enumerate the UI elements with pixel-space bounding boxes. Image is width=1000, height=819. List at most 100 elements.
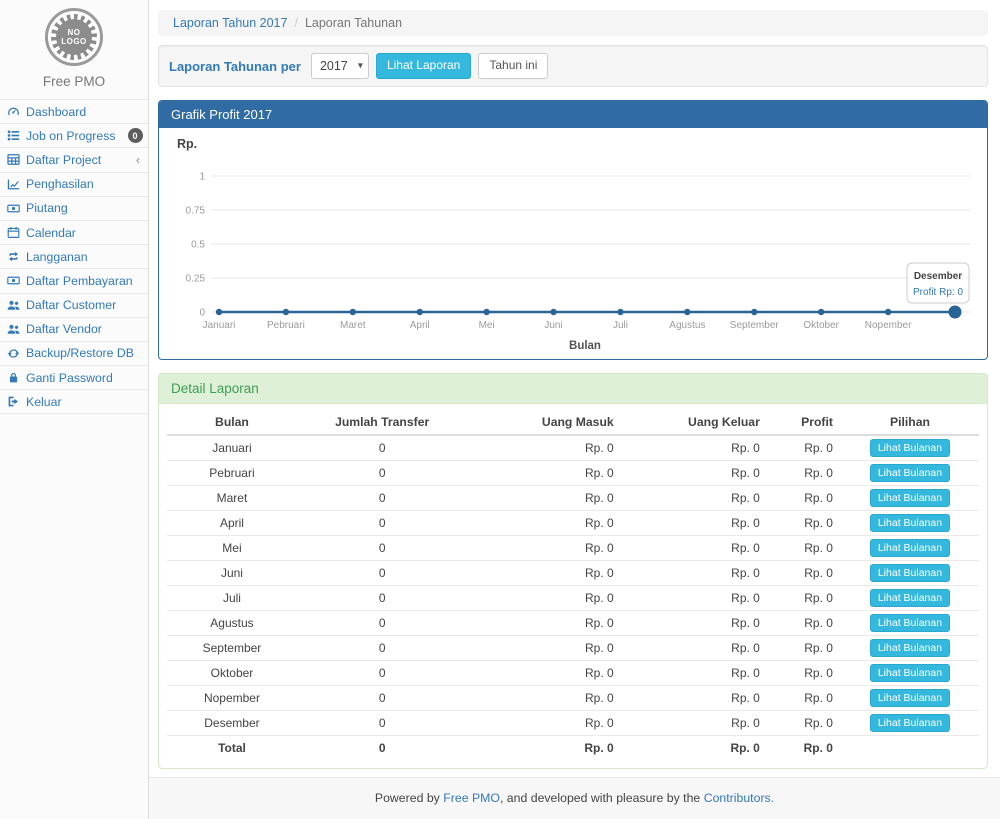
column-header-pilihan: Pilihan — [841, 410, 979, 435]
cell-keluar: Rp. 0 — [622, 435, 768, 461]
sidebar-item-daftar-pembayaran[interactable]: Daftar Pembayaran — [0, 269, 148, 293]
table-row: Oktober0Rp. 0Rp. 0Rp. 0Lihat Bulanan — [167, 661, 979, 686]
svg-text:Rp.: Rp. — [177, 137, 197, 151]
sidebar-item-dashboard[interactable]: Dashboard — [0, 100, 148, 124]
cell-jumlah: 0 — [297, 586, 468, 611]
tahun-ini-button[interactable]: Tahun ini — [478, 53, 548, 79]
column-header-uang-masuk: Uang Masuk — [467, 410, 621, 435]
line-chart-icon — [6, 177, 20, 191]
cell-masuk: Rp. 0 — [467, 461, 621, 486]
lihat-bulanan-button[interactable]: Lihat Bulanan — [870, 689, 950, 707]
table-row: Pebruari0Rp. 0Rp. 0Rp. 0Lihat Bulanan — [167, 461, 979, 486]
lihat-bulanan-button[interactable]: Lihat Bulanan — [870, 439, 950, 457]
cell-masuk: Rp. 0 — [467, 711, 621, 736]
cell-masuk: Rp. 0 — [467, 736, 621, 761]
brand-name: Free PMO — [0, 74, 148, 89]
sidebar-item-label: Langganan — [26, 250, 88, 264]
cell-pilihan: Lihat Bulanan — [841, 561, 979, 586]
svg-text:Maret: Maret — [340, 320, 366, 331]
cell-pilihan: Lihat Bulanan — [841, 711, 979, 736]
table-panel-title: Detail Laporan — [159, 374, 987, 404]
table-row: Agustus0Rp. 0Rp. 0Rp. 0Lihat Bulanan — [167, 611, 979, 636]
detail-laporan-panel: Detail Laporan BulanJumlah TransferUang … — [158, 373, 988, 769]
cell-bulan: Maret — [167, 486, 297, 511]
cell-keluar: Rp. 0 — [622, 636, 768, 661]
cell-bulan: Mei — [167, 536, 297, 561]
cell-jumlah: 0 — [297, 486, 468, 511]
contributors-link[interactable]: Contributors. — [704, 791, 774, 805]
lihat-bulanan-button[interactable]: Lihat Bulanan — [870, 714, 950, 732]
report-table: BulanJumlah TransferUang MasukUang Kelua… — [167, 410, 979, 760]
breadcrumb-current: Laporan Tahunan — [305, 16, 402, 30]
svg-text:0: 0 — [199, 308, 205, 319]
cell-pilihan: Lihat Bulanan — [841, 611, 979, 636]
cell-profit: Rp. 0 — [768, 686, 841, 711]
sidebar-item-daftar-project[interactable]: Daftar Project‹ — [0, 148, 148, 172]
sidebar-item-keluar[interactable]: Keluar — [0, 390, 148, 414]
sidebar-item-backup-restore-db[interactable]: Backup/Restore DB — [0, 342, 148, 366]
chevron-left-icon: ‹ — [136, 153, 140, 167]
cell-bulan: Desember — [167, 711, 297, 736]
money-icon — [6, 201, 20, 215]
sidebar-item-langganan[interactable]: Langganan — [0, 245, 148, 269]
year-select[interactable]: 2017 — [311, 53, 369, 79]
cell-keluar: Rp. 0 — [622, 686, 768, 711]
main-content: Laporan Tahun 2017 / Laporan Tahunan Lap… — [149, 0, 1000, 819]
table-row: Juli0Rp. 0Rp. 0Rp. 0Lihat Bulanan — [167, 586, 979, 611]
cell-keluar: Rp. 0 — [622, 736, 768, 761]
refresh-icon — [6, 346, 20, 360]
lihat-bulanan-button[interactable]: Lihat Bulanan — [870, 664, 950, 682]
lihat-bulanan-button[interactable]: Lihat Bulanan — [870, 639, 950, 657]
cell-jumlah: 0 — [297, 711, 468, 736]
lihat-bulanan-button[interactable]: Lihat Bulanan — [870, 464, 950, 482]
svg-text:Nopember: Nopember — [865, 320, 912, 331]
sidebar-item-piutang[interactable]: Piutang — [0, 197, 148, 221]
users-icon — [6, 298, 20, 312]
svg-text:Desember: Desember — [914, 271, 962, 282]
svg-text:0.75: 0.75 — [186, 206, 206, 217]
sidebar-item-label: Daftar Pembayaran — [26, 274, 133, 288]
cell-jumlah: 0 — [297, 536, 468, 561]
sidebar-item-daftar-vendor[interactable]: Daftar Vendor — [0, 318, 148, 342]
cell-pilihan: Lihat Bulanan — [841, 586, 979, 611]
cell-masuk: Rp. 0 — [467, 511, 621, 536]
table-icon — [6, 153, 20, 167]
cell-profit: Rp. 0 — [768, 611, 841, 636]
chart-canvas[interactable]: Rp.00.250.50.751JanuariPebruariMaretApri… — [159, 128, 987, 359]
users-icon — [6, 322, 20, 336]
table-row: Mei0Rp. 0Rp. 0Rp. 0Lihat Bulanan — [167, 536, 979, 561]
dashboard-icon — [6, 105, 20, 119]
cell-keluar: Rp. 0 — [622, 586, 768, 611]
svg-text:1: 1 — [199, 172, 205, 183]
total-row: Total0Rp. 0Rp. 0Rp. 0 — [167, 736, 979, 761]
lihat-bulanan-button[interactable]: Lihat Bulanan — [870, 564, 950, 582]
svg-text:0.25: 0.25 — [186, 274, 206, 285]
lihat-bulanan-button[interactable]: Lihat Bulanan — [870, 614, 950, 632]
lihat-bulanan-button[interactable]: Lihat Bulanan — [870, 539, 950, 557]
lihat-bulanan-button[interactable]: Lihat Bulanan — [870, 514, 950, 532]
breadcrumb: Laporan Tahun 2017 / Laporan Tahunan — [158, 10, 988, 36]
sidebar-item-label: Keluar — [26, 395, 62, 409]
lihat-laporan-button[interactable]: Lihat Laporan — [376, 53, 471, 79]
sidebar-item-label: Penghasilan — [26, 177, 94, 191]
column-header-uang-keluar: Uang Keluar — [622, 410, 768, 435]
table-row: Maret0Rp. 0Rp. 0Rp. 0Lihat Bulanan — [167, 486, 979, 511]
cell-jumlah: 0 — [297, 561, 468, 586]
sidebar-item-penghasilan[interactable]: Penghasilan — [0, 173, 148, 197]
cell-profit: Rp. 0 — [768, 461, 841, 486]
sidebar-item-ganti-password[interactable]: Ganti Password — [0, 366, 148, 390]
sidebar-item-job-on-progress[interactable]: Job on Progress0 — [0, 124, 148, 148]
free-pmo-link[interactable]: Free PMO — [443, 791, 500, 805]
breadcrumb-link-laporan-tahun[interactable]: Laporan Tahun 2017 — [173, 16, 287, 30]
table-row: September0Rp. 0Rp. 0Rp. 0Lihat Bulanan — [167, 636, 979, 661]
sign-out-icon — [6, 395, 20, 409]
cell-bulan: Nopember — [167, 686, 297, 711]
cell-jumlah: 0 — [297, 435, 468, 461]
sidebar-item-label: Dashboard — [26, 105, 86, 119]
sidebar-item-daftar-customer[interactable]: Daftar Customer — [0, 294, 148, 318]
report-filter-bar: Laporan Tahunan per 2017 Lihat Laporan T… — [158, 45, 988, 87]
svg-text:April: April — [410, 320, 430, 331]
lihat-bulanan-button[interactable]: Lihat Bulanan — [870, 489, 950, 507]
sidebar-item-calendar[interactable]: Calendar — [0, 221, 148, 245]
lihat-bulanan-button[interactable]: Lihat Bulanan — [870, 589, 950, 607]
